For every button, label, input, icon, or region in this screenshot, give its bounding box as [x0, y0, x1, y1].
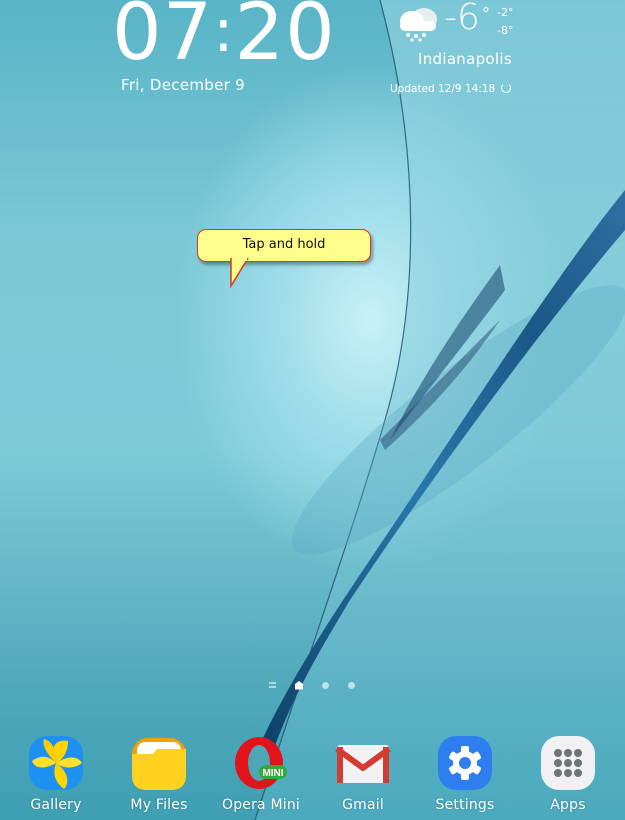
weather-city: Indianapolis — [418, 50, 512, 68]
tooltip-tail — [230, 258, 249, 288]
temperature: -6 — [444, 0, 480, 38]
list-page-icon[interactable] — [269, 682, 276, 689]
date-label: Fri, December 9 — [121, 76, 246, 94]
home-page-icon[interactable] — [294, 680, 304, 690]
app-apps[interactable]: Apps — [518, 730, 618, 813]
gmail-icon — [335, 735, 391, 791]
temperature-high: -2° — [497, 6, 514, 19]
svg-text:MINI: MINI — [262, 768, 283, 779]
app-gmail[interactable]: Gmail — [313, 730, 413, 813]
weather-updated-text: Updated 12/9 14:18 — [390, 83, 496, 95]
app-label: Gmail — [342, 797, 384, 813]
wallpaper-ribbons — [254, 0, 625, 820]
app-settings[interactable]: Settings — [415, 730, 515, 813]
clock[interactable]: 07:20 — [112, 0, 336, 72]
app-my-files[interactable]: My Files — [109, 730, 209, 813]
app-label: Opera Mini — [221, 797, 301, 813]
page-dot[interactable] — [348, 682, 355, 689]
opera-mini-icon: MINI — [233, 735, 289, 791]
app-dock: Gallery My Files MINI Opera Mini Gmail S… — [0, 730, 625, 820]
refresh-icon[interactable] — [500, 83, 511, 93]
app-opera-mini[interactable]: MINI Opera Mini — [211, 730, 311, 813]
clock-separator: : — [213, 0, 235, 66]
snow-cloud-icon — [400, 8, 437, 42]
degree-symbol: ° — [482, 4, 490, 23]
tap-and-hold-tooltip: Tap and hold — [197, 229, 371, 262]
folder-icon — [131, 735, 187, 791]
app-gallery[interactable]: Gallery — [6, 730, 106, 813]
temperature-low: -8° — [497, 24, 514, 37]
tooltip-text: Tap and hold — [242, 237, 326, 252]
gear-icon — [437, 735, 493, 791]
page-dot[interactable] — [322, 682, 329, 689]
app-label: My Files — [130, 797, 188, 813]
app-label: Gallery — [30, 797, 82, 813]
app-grid-icon — [540, 735, 596, 791]
app-label: Settings — [435, 797, 495, 813]
page-indicator[interactable] — [266, 680, 366, 692]
clock-hours: 07 — [112, 0, 214, 78]
app-label: Apps — [550, 797, 586, 813]
gallery-icon — [28, 735, 84, 791]
clock-minutes: 20 — [234, 0, 336, 78]
weather-updated: Updated 12/9 14:18 — [390, 83, 511, 95]
weather-widget[interactable]: -6 ° -2° -8° Indianapolis Updated 12/9 1… — [390, 0, 520, 100]
wallpaper — [0, 0, 625, 820]
